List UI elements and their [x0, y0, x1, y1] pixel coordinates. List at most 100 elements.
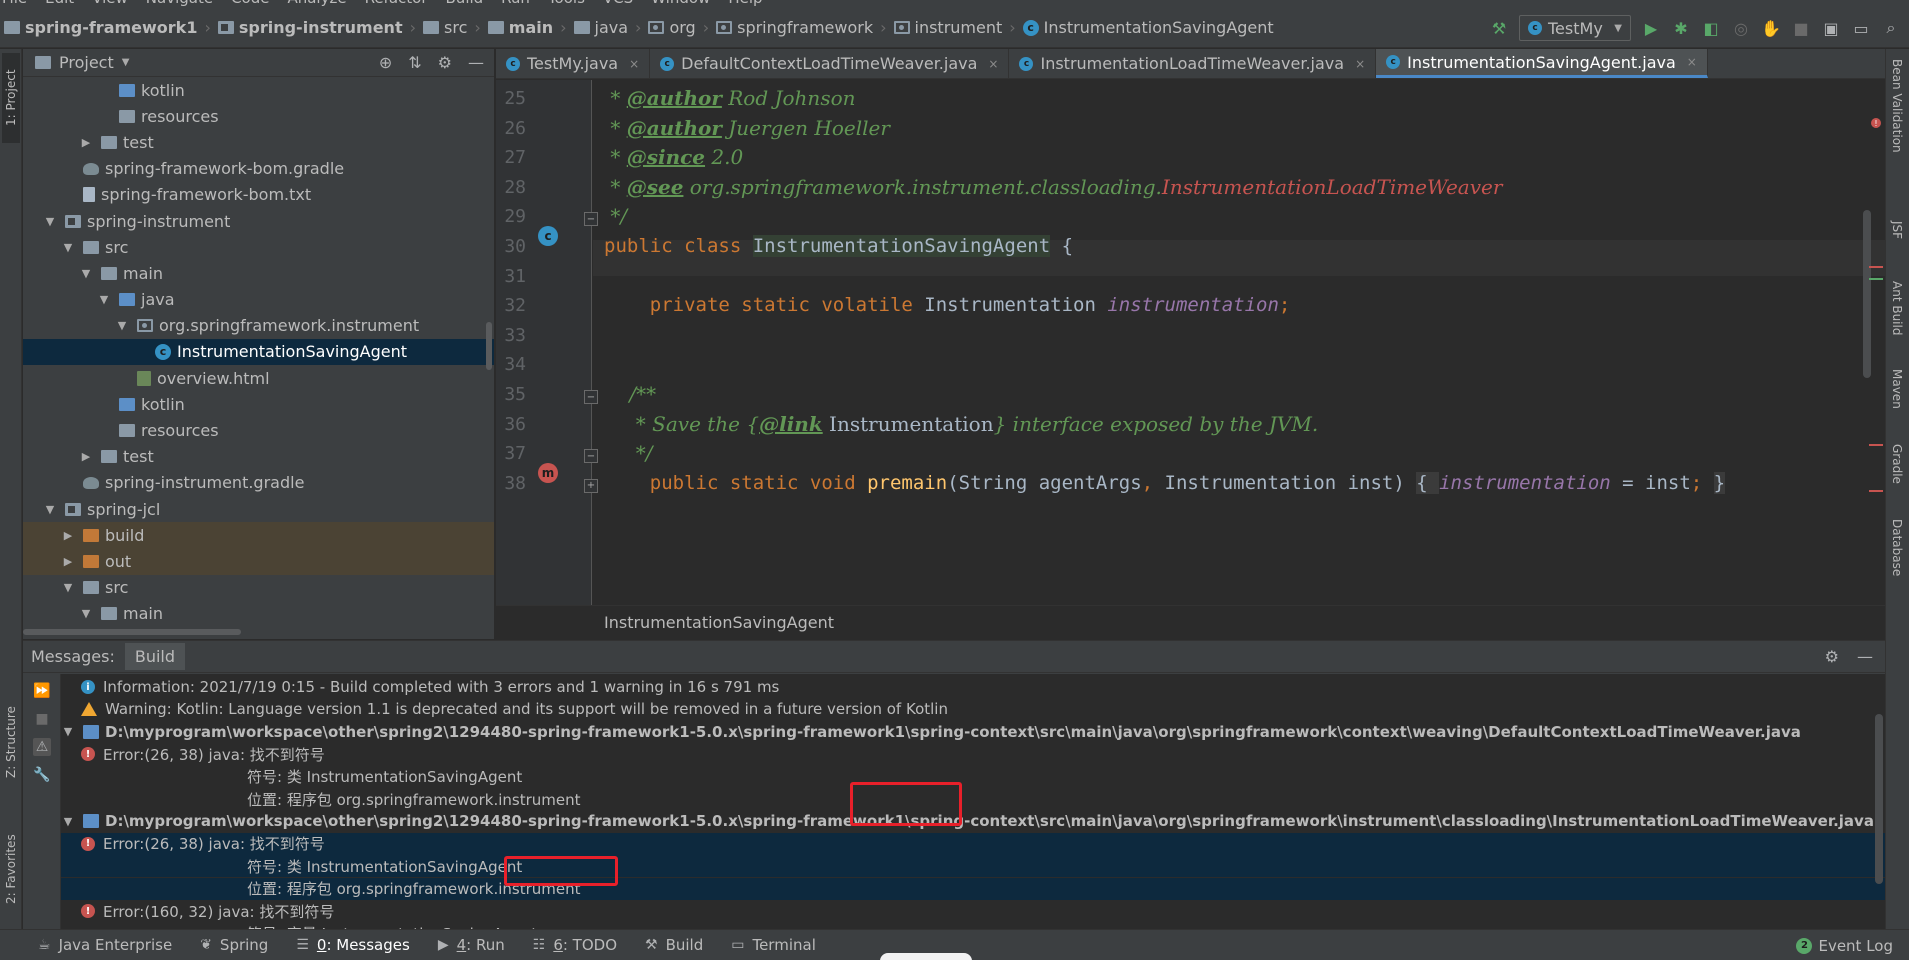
project-tool-tab[interactable]: 1: Project	[2, 53, 20, 143]
tree-row[interactable]: ▼ src	[23, 234, 494, 260]
message-row[interactable]: ▼ D:\myprogram\workspace\other\spring2\12…	[61, 721, 1885, 743]
run-configuration-select[interactable]: c TestMy ▼	[1519, 15, 1631, 41]
breadcrumb-item[interactable]: springframework	[716, 18, 873, 37]
tree-row[interactable]: ▶resources	[23, 103, 494, 129]
message-row[interactable]: ! Error:(26, 38) java: 找不到符号	[61, 832, 1885, 855]
tree-row[interactable]: ▶resources	[23, 417, 494, 443]
tree-row[interactable]: ▼ main	[23, 601, 494, 627]
expand-arrow-icon[interactable]: ▼	[43, 215, 57, 228]
breadcrumb-item[interactable]: c InstrumentationSavingAgent	[1022, 18, 1274, 37]
collapse-arrow-icon[interactable]: ▶	[79, 136, 93, 149]
wrench-icon[interactable]: 🔧	[33, 766, 51, 784]
message-row[interactable]: 位置: 程序包 org.springframework.instrument	[61, 877, 1885, 900]
tree-row[interactable]: ▶kotlin	[23, 391, 494, 417]
expand-arrow-icon[interactable]: ▼	[79, 607, 93, 620]
right-tool-tab[interactable]: Database	[1888, 519, 1906, 576]
tree-row[interactable]: ▼ org.springframework.instrument	[23, 313, 494, 339]
message-row[interactable]: Warning: Kotlin: Language version 1.1 is…	[61, 698, 1885, 720]
menu-item[interactable]: Analyze	[287, 0, 346, 7]
tree-row[interactable]: ▶spring-instrument.gradle	[23, 470, 494, 496]
menu-item[interactable]: Window	[651, 0, 710, 7]
tree-row[interactable]: ▶ test	[23, 444, 494, 470]
tool-window-button[interactable]: ⚒ Build	[645, 936, 703, 954]
close-icon[interactable]: ×	[629, 57, 639, 71]
messages-scrollbar[interactable]	[1875, 714, 1883, 884]
hammer-icon[interactable]: ⚒	[1489, 18, 1509, 38]
tree-row[interactable]: ▼ src	[23, 575, 494, 601]
project-view-selector[interactable]: Project ▼	[35, 53, 129, 72]
menu-item[interactable]: Navigate	[146, 0, 213, 7]
messages-tab-build[interactable]: Build	[124, 643, 186, 670]
event-log-button[interactable]: 2 Event Log	[1796, 930, 1893, 960]
tree-row[interactable]: ▶cInstrumentationSavingAgent	[23, 338, 494, 366]
fold-marker-icon[interactable]: −	[584, 212, 598, 227]
tool-window-button[interactable]: ☕ Java Enterprise	[38, 936, 172, 954]
run-icon[interactable]: ▶	[1641, 18, 1661, 38]
error-stripe-mark[interactable]	[1869, 444, 1883, 446]
editor-tab[interactable]: c InstrumentationLoadTimeWeaver.java ×	[1009, 49, 1377, 78]
expand-arrow-icon[interactable]: ▼	[115, 319, 129, 332]
tree-scrollbar[interactable]	[486, 322, 492, 370]
close-icon[interactable]: ×	[988, 57, 998, 71]
expand-arrow-icon[interactable]: ▼	[61, 725, 75, 738]
breadcrumb-item[interactable]: java	[573, 18, 628, 37]
error-indicator-icon[interactable]: !	[1871, 118, 1881, 128]
unfold-marker-icon[interactable]: +	[584, 478, 598, 493]
project-structure-icon[interactable]: ▣	[1821, 18, 1841, 38]
tree-row[interactable]: ▶spring-framework-bom.gradle	[23, 156, 494, 182]
breadcrumb-item[interactable]: src	[423, 18, 467, 37]
menu-item[interactable]: Refactor	[365, 0, 428, 7]
menu-item[interactable]: VCS	[603, 0, 633, 7]
collapse-arrow-icon[interactable]: ▶	[61, 529, 75, 542]
tool-window-button[interactable]: ❦ Spring	[200, 936, 268, 954]
tool-window-button[interactable]: ☷ 6: TODO	[533, 936, 617, 954]
message-row[interactable]: ! Error:(26, 38) java: 找不到符号	[61, 743, 1885, 765]
tree-row[interactable]: ▼ main	[23, 260, 494, 286]
fold-marker-icon[interactable]: −	[584, 449, 598, 464]
expand-arrow-icon[interactable]: ▼	[79, 267, 93, 280]
breadcrumb-item[interactable]: main	[487, 18, 553, 37]
expand-arrow-icon[interactable]: ▼	[61, 581, 75, 594]
tool-window-button[interactable]: ☰ 0: Messages	[296, 936, 410, 954]
tree-row[interactable]: ▶ build	[23, 522, 494, 549]
error-stripe-mark[interactable]	[1869, 490, 1883, 492]
fold-marker-icon[interactable]: −	[584, 390, 598, 404]
tree-row[interactable]: ▼ spring-instrument	[23, 208, 494, 234]
tree-horizontal-scrollbar[interactable]	[23, 629, 241, 635]
collapse-arrow-icon[interactable]: ▶	[61, 555, 75, 568]
close-icon[interactable]: ×	[1687, 55, 1697, 69]
menu-item[interactable]: Build	[446, 0, 484, 7]
breadcrumb-item[interactable]: spring-framework1	[4, 18, 197, 37]
search-icon[interactable]: ⌕	[1881, 18, 1901, 38]
class-gutter-icon[interactable]: c	[538, 226, 558, 246]
debug-icon[interactable]: ✱	[1671, 18, 1691, 38]
expand-arrow-icon[interactable]: ▼	[97, 293, 111, 306]
warning-filter-icon[interactable]: ⚠	[33, 738, 51, 756]
menu-item[interactable]: Help	[728, 0, 762, 7]
editor-tab[interactable]: c TestMy.java ×	[496, 49, 651, 78]
rerun-icon[interactable]: ⏩	[33, 682, 51, 700]
minimize-icon[interactable]: —	[1857, 647, 1873, 666]
tree-row[interactable]: ▼ java	[23, 287, 494, 313]
menu-item[interactable]: Edit	[45, 0, 74, 7]
menu-item[interactable]: Code	[231, 0, 269, 7]
message-row[interactable]: i Information: 2021/7/19 0:15 - Build com…	[61, 676, 1885, 698]
breadcrumb-item[interactable]: instrument	[893, 18, 1002, 37]
breadcrumb-item[interactable]: org	[648, 18, 696, 37]
editor-tab[interactable]: c InstrumentationSavingAgent.java ×	[1376, 49, 1708, 78]
tree-row[interactable]: ▶ test	[23, 129, 494, 155]
message-row[interactable]: 符号: 类 InstrumentationSavingAgent	[61, 766, 1885, 788]
locate-icon[interactable]: ⊕	[379, 53, 392, 72]
change-stripe-mark[interactable]	[1869, 278, 1883, 280]
right-tool-tab[interactable]: Ant Build	[1888, 281, 1906, 335]
expand-arrow-icon[interactable]: ▼	[61, 815, 75, 828]
menu-item[interactable]: View	[92, 0, 128, 7]
error-stripe-mark[interactable]	[1869, 266, 1883, 268]
expand-arrow-icon[interactable]: ▼	[43, 503, 57, 516]
method-gutter-icon[interactable]: m	[538, 462, 558, 483]
right-tool-tab[interactable]: JSF	[1888, 221, 1906, 239]
minimize-icon[interactable]: —	[468, 53, 484, 72]
window-icon[interactable]: ▭	[1851, 18, 1871, 38]
right-tool-tab[interactable]: Gradle	[1888, 444, 1906, 484]
code-area[interactable]: 25 26 27 28 29 30 31 32 33 34 35 36 37 38 c m − − − + * @au…	[496, 80, 1885, 606]
